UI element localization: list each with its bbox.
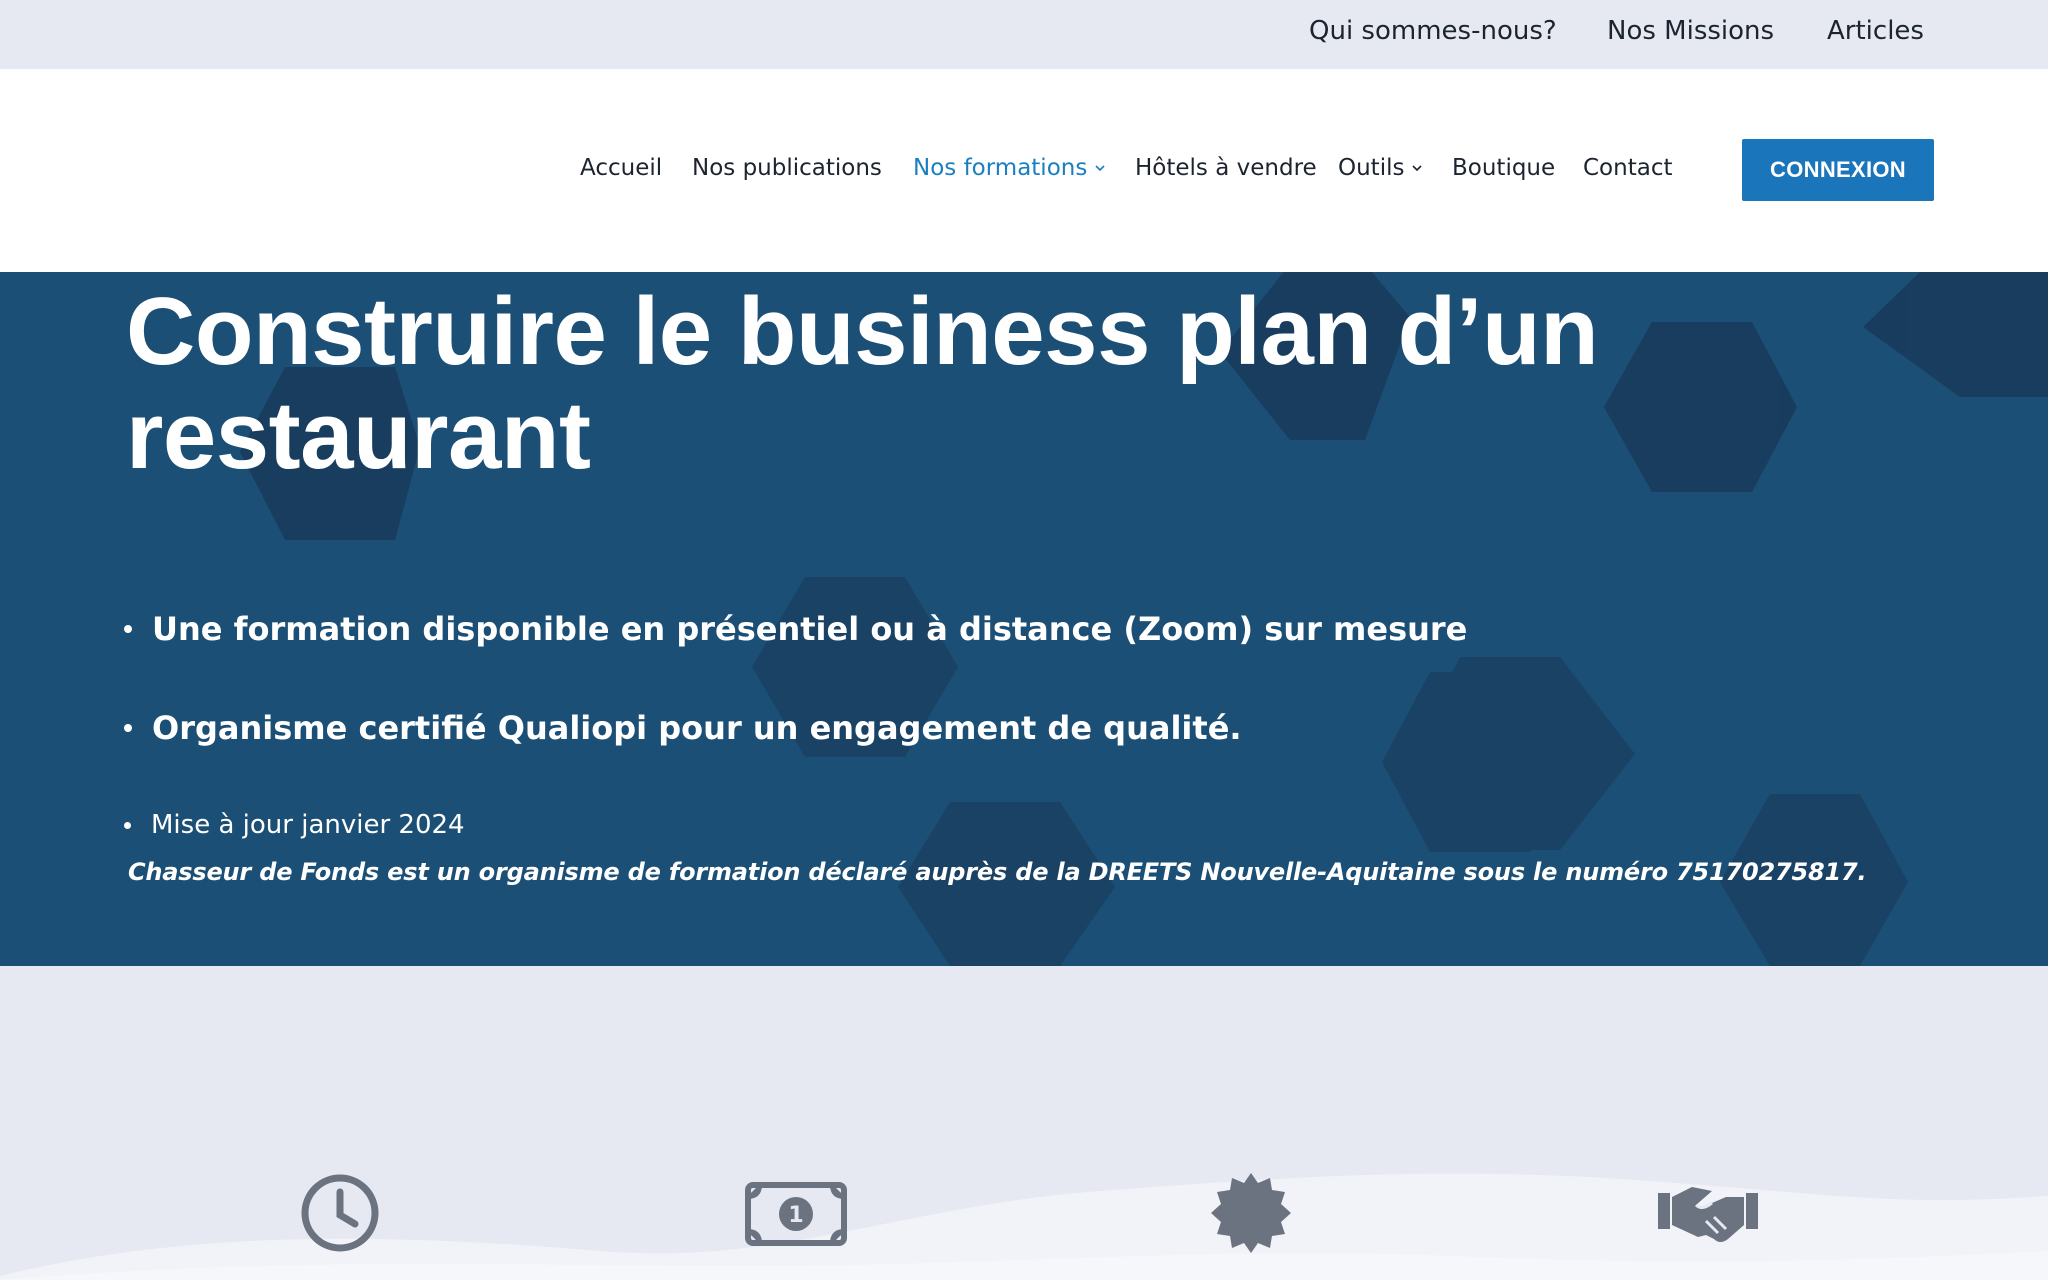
page-title: Construire le business plan d’un restaur… [126, 280, 1726, 488]
nav-item-hotels-a-vendre[interactable]: Hôtels à vendre [1135, 155, 1317, 181]
banknote-icon: 1 [745, 1182, 847, 1246]
bullet-text: Mise à jour janvier 2024 [151, 810, 465, 840]
hero-section: Construire le business plan d’un restaur… [0, 272, 2048, 966]
nav-item-contact[interactable]: Contact [1583, 155, 1672, 181]
page-title-line-2: restaurant [126, 382, 591, 489]
clock-icon [301, 1174, 379, 1252]
chevron-down-icon [1412, 165, 1423, 172]
nav-item-nos-publications[interactable]: Nos publications [692, 155, 882, 181]
hero-bullet-2: Organisme certifié Qualiopi pour un enga… [124, 709, 1242, 747]
bullet-text: Une formation disponible en présentiel o… [152, 610, 1468, 648]
nav-item-boutique[interactable]: Boutique [1452, 155, 1555, 181]
main-header: Accueil Nos publications Nos formations … [0, 69, 2048, 272]
hero-bullet-1: Une formation disponible en présentiel o… [124, 610, 1467, 648]
chevron-down-icon [1095, 165, 1105, 172]
topbar-link-articles[interactable]: Articles [1827, 16, 1924, 46]
hero-bullet-3: Mise à jour janvier 2024 [124, 810, 465, 840]
nav-item-label: Boutique [1452, 155, 1556, 181]
login-button[interactable]: CONNEXION [1742, 139, 1934, 201]
page-title-line-1: Construire le business plan d’un [126, 278, 1599, 385]
nav-item-label: Nos formations [913, 155, 1088, 181]
nav-item-accueil[interactable]: Accueil [580, 155, 662, 181]
nav-item-label: Hôtels à vendre [1135, 155, 1317, 181]
legal-notice: Chasseur de Fonds est un organisme de fo… [128, 858, 1867, 886]
topbar-link-qui-sommes-nous[interactable]: Qui sommes-nous? [1309, 16, 1557, 46]
top-utility-bar: Qui sommes-nous? Nos Missions Articles [0, 0, 2048, 69]
badge-icon [1211, 1173, 1291, 1253]
nav-item-nos-formations[interactable]: Nos formations [913, 155, 1106, 181]
bullet-dot [124, 724, 132, 732]
topbar-link-nos-missions[interactable]: Nos Missions [1607, 16, 1774, 46]
nav-item-label: Nos publications [692, 155, 882, 181]
features-section: 1 [0, 966, 2048, 1280]
nav-item-label: Contact [1583, 155, 1673, 181]
nav-item-outils[interactable]: Outils [1338, 155, 1423, 181]
bullet-dot [124, 625, 132, 633]
nav-item-label: Accueil [580, 155, 663, 181]
bullet-text: Organisme certifié Qualiopi pour un enga… [152, 709, 1242, 747]
handshake-icon [1658, 1187, 1758, 1242]
bullet-dot [124, 821, 131, 829]
nav-item-label: Outils [1338, 155, 1405, 181]
svg-text:1: 1 [788, 1203, 803, 1228]
